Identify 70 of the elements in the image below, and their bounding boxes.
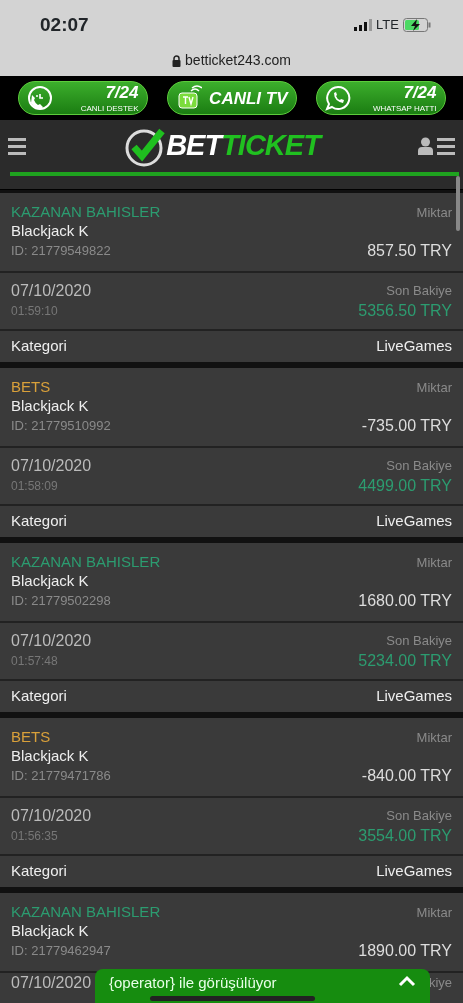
promo-button[interactable]: CANLI TV: [166, 81, 297, 115]
balance-label: Son Bakiye: [386, 457, 452, 475]
category-label: Kategori: [11, 337, 67, 356]
amount-label: Miktar: [416, 204, 452, 221]
promo-button[interactable]: 7/24 CANLI DESTEK: [17, 81, 148, 115]
balance-label: kiye: [428, 974, 452, 992]
bet-type: BETS: [11, 728, 51, 747]
menu-icon[interactable]: [437, 136, 455, 156]
signal-icon: [354, 19, 373, 31]
transaction-id: ID: 21779549822: [11, 242, 111, 259]
bet-type: KAZANAN BAHISLER: [11, 903, 161, 922]
transaction-date: 07/10/2020: [11, 631, 92, 651]
category-value: LiveGames: [376, 512, 452, 531]
chat-bar[interactable]: {operator} ile görüşülüyor: [95, 969, 430, 1003]
balance-value: 5356.50 TRY: [358, 301, 452, 321]
phone-clock-icon: [26, 85, 53, 111]
chevron-up-icon[interactable]: [398, 975, 416, 987]
category-label: Kategori: [11, 512, 67, 531]
scrollbar: [456, 176, 460, 231]
amount-value: 1680.00 TRY: [358, 590, 452, 611]
url-text: betticket243.com: [185, 51, 291, 70]
transaction-date: 07/10/2020: [11, 281, 92, 301]
transaction-id: ID: 21779510992: [11, 417, 111, 434]
balance-label: Son Bakiye: [386, 807, 452, 825]
category-value: LiveGames: [376, 687, 452, 706]
transaction-time: 01:59:10: [11, 303, 58, 319]
transaction-time: 01:58:09: [11, 478, 58, 494]
category-label: Kategori: [11, 862, 67, 881]
chat-status: {operator} ile görüşülüyor: [109, 975, 277, 992]
category-value: LiveGames: [376, 862, 452, 881]
promo-button[interactable]: 7/24 WHATSAP HATTI: [315, 81, 446, 115]
amount-value: 857.50 TRY: [367, 240, 452, 261]
bet-type: KAZANAN BAHISLER: [11, 553, 161, 572]
tv-icon: [175, 85, 202, 111]
transaction-id: ID: 21779502298: [11, 592, 111, 609]
bet-type: KAZANAN BAHISLER: [11, 203, 161, 222]
amount-label: Miktar: [416, 904, 452, 921]
game-name: Blackjack K: [11, 922, 89, 941]
transaction-date: 07/10/2020: [11, 456, 92, 476]
balance-value: 3554.00 TRY: [358, 826, 452, 846]
transaction-time: 01:57:48: [11, 653, 58, 669]
amount-label: Miktar: [416, 729, 452, 746]
status-time: 02:07: [40, 12, 89, 37]
amount-value: -840.00 TRY: [361, 765, 452, 786]
user-icon[interactable]: [418, 137, 433, 155]
balance-value: 4499.00 TRY: [358, 476, 452, 496]
balance-label: Son Bakiye: [386, 282, 452, 300]
game-name: Blackjack K: [11, 747, 89, 766]
category-label: Kategori: [11, 687, 67, 706]
battery-charging-icon: [403, 18, 431, 32]
game-name: Blackjack K: [11, 222, 89, 241]
menu-icon[interactable]: [8, 136, 26, 156]
category-value: LiveGames: [376, 337, 452, 356]
transaction-date: 07/10/2020: [11, 806, 92, 826]
chat-phone-icon: [324, 85, 351, 111]
lock-icon: [172, 54, 182, 67]
balance-value: 5234.00 TRY: [358, 651, 452, 671]
amount-value: 1890.00 TRY: [358, 940, 452, 961]
amount-label: Miktar: [416, 379, 452, 396]
transaction-time: 01:56:35: [11, 828, 58, 844]
network-label: LTE: [376, 16, 399, 35]
balance-label: Son Bakiye: [386, 632, 452, 650]
amount-value: -735.00 TRY: [361, 415, 452, 436]
transaction-id: ID: 21779471786: [11, 767, 111, 784]
transaction-id: ID: 21779462947: [11, 942, 111, 959]
transaction-date: 07/10/2020: [11, 973, 92, 993]
amount-label: Miktar: [416, 554, 452, 571]
game-name: Blackjack K: [11, 397, 89, 416]
bet-type: BETS: [11, 378, 51, 397]
game-name: Blackjack K: [11, 572, 89, 591]
